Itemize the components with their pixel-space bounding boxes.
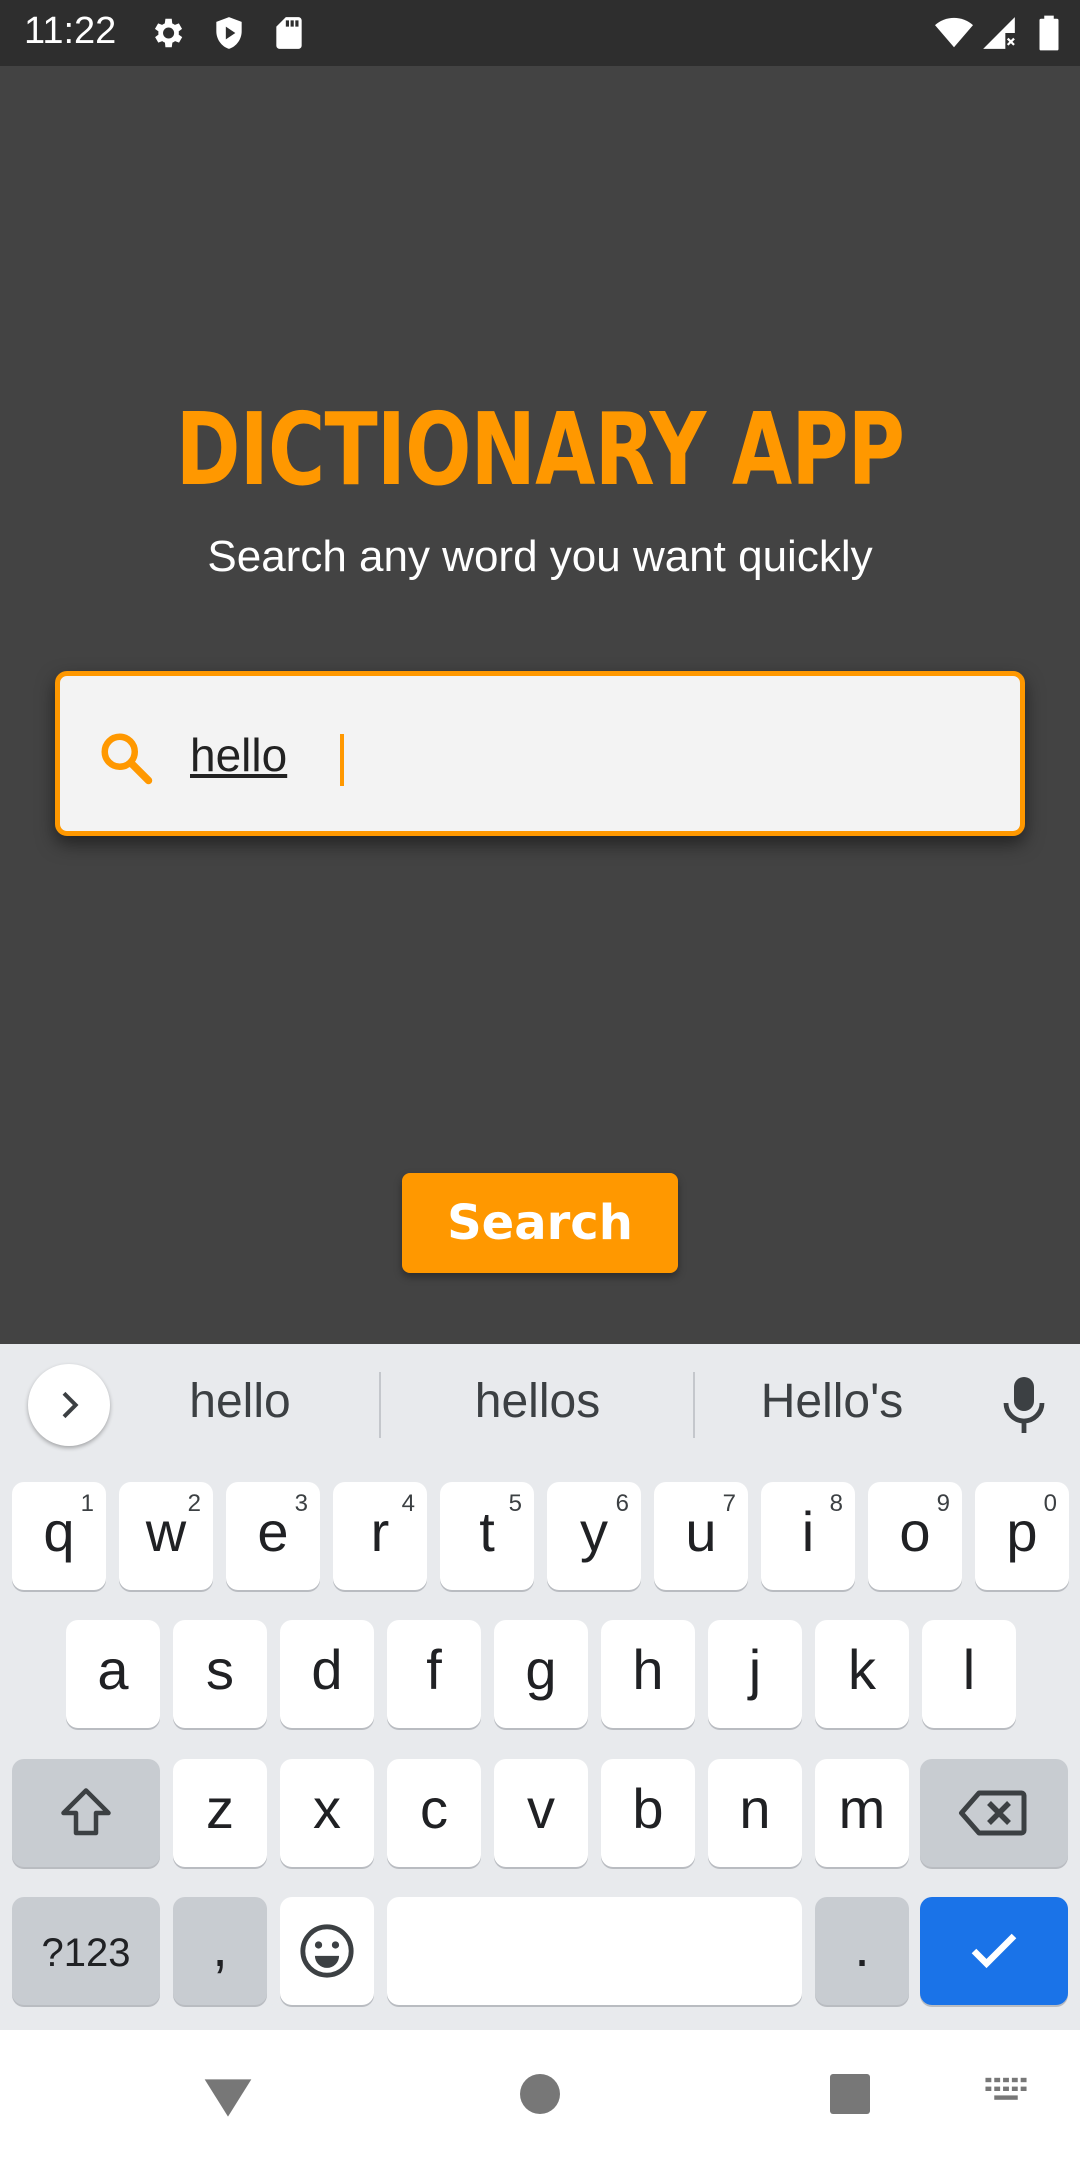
search-icon [101, 733, 153, 785]
key-v[interactable]: v [494, 1759, 588, 1867]
shift-key[interactable] [12, 1759, 160, 1867]
key-p[interactable]: p0 [975, 1482, 1069, 1590]
key-x[interactable]: x [280, 1759, 374, 1867]
key-j[interactable]: j [708, 1620, 802, 1728]
key-k[interactable]: k [815, 1620, 909, 1728]
key-l[interactable]: l [922, 1620, 1016, 1728]
symbols-key[interactable]: ?123 [12, 1897, 160, 2005]
key-c[interactable]: c [387, 1759, 481, 1867]
navigation-bar [0, 2030, 1080, 2160]
app-content: DICTIONARY APP Search any word you want … [0, 66, 1080, 1344]
backspace-icon [959, 1790, 1027, 1836]
space-key[interactable] [387, 1897, 802, 2005]
emoji-key[interactable] [280, 1897, 374, 2005]
divider [693, 1372, 695, 1438]
enter-key[interactable] [920, 1897, 1068, 2005]
suggestion-2[interactable]: hellos [420, 1374, 655, 1429]
key-b[interactable]: b [601, 1759, 695, 1867]
key-s[interactable]: s [173, 1620, 267, 1728]
key-i[interactable]: i8 [761, 1482, 855, 1590]
home-icon[interactable] [516, 2070, 564, 2118]
key-d[interactable]: d [280, 1620, 374, 1728]
search-input[interactable]: hello [55, 671, 1025, 836]
sd-card-icon [276, 17, 302, 49]
key-h[interactable]: h [601, 1620, 695, 1728]
period-key[interactable]: . [815, 1897, 909, 2005]
key-w[interactable]: w2 [119, 1482, 213, 1590]
key-t[interactable]: t5 [440, 1482, 534, 1590]
key-u[interactable]: u7 [654, 1482, 748, 1590]
search-input-value[interactable]: hello [190, 728, 287, 782]
battery-icon [1039, 15, 1059, 51]
app-title: DICTIONARY APP [175, 391, 905, 508]
key-g[interactable]: g [494, 1620, 588, 1728]
wifi-icon [935, 17, 973, 48]
status-bar: 11:22 [0, 0, 1080, 66]
backspace-key[interactable] [920, 1759, 1068, 1867]
key-m[interactable]: m [815, 1759, 909, 1867]
key-q[interactable]: q1 [12, 1482, 106, 1590]
soft-keyboard: hello hellos Hello's q1 w2 e3 r4 t5 y6 u… [0, 1344, 1080, 2030]
text-caret [340, 734, 344, 786]
back-icon[interactable] [200, 2070, 256, 2126]
gear-icon [154, 18, 183, 48]
key-a[interactable]: a [66, 1620, 160, 1728]
expand-toolbar-button[interactable] [28, 1364, 110, 1446]
key-f[interactable]: f [387, 1620, 481, 1728]
keyboard-switch-icon[interactable] [984, 2076, 1028, 2106]
status-time: 11:22 [24, 10, 117, 52]
key-r[interactable]: r4 [333, 1482, 427, 1590]
chevron-right-icon [62, 1391, 79, 1419]
suggestion-1[interactable]: hello [140, 1374, 340, 1429]
app-subtitle: Search any word you want quickly [207, 532, 873, 581]
cellular-icon [983, 17, 1015, 49]
suggestion-bar: hello hellos Hello's [0, 1344, 1080, 1468]
recents-icon[interactable] [826, 2070, 874, 2118]
key-z[interactable]: z [173, 1759, 267, 1867]
shield-icon [216, 17, 242, 49]
checkmark-icon [971, 1933, 1017, 1969]
microphone-icon[interactable] [1000, 1374, 1048, 1436]
emoji-icon [300, 1924, 354, 1978]
shift-icon [61, 1788, 111, 1836]
key-e[interactable]: e3 [226, 1482, 320, 1590]
divider [379, 1372, 381, 1438]
key-y[interactable]: y6 [547, 1482, 641, 1590]
suggestion-3[interactable]: Hello's [732, 1374, 932, 1429]
key-n[interactable]: n [708, 1759, 802, 1867]
search-button[interactable]: Search [402, 1173, 678, 1273]
key-o[interactable]: o9 [868, 1482, 962, 1590]
comma-key[interactable]: , [173, 1897, 267, 2005]
